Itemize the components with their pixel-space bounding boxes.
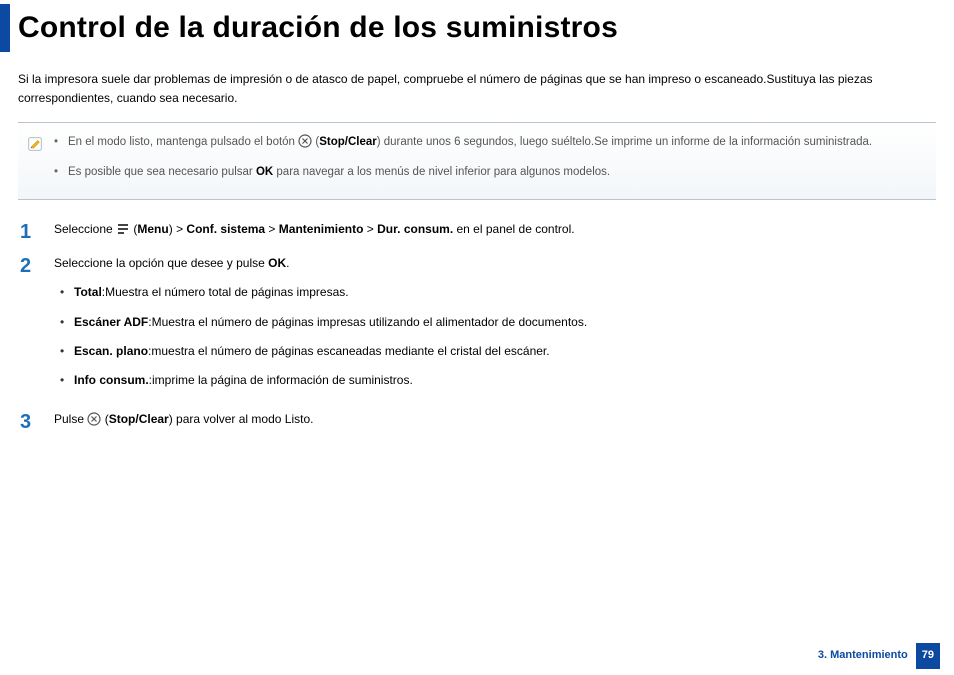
- note-item-2: Es posible que sea necesario pulsar OK p…: [54, 163, 872, 181]
- note2-text-a: Es posible que sea necesario pulsar: [68, 166, 256, 178]
- note1-text-d: ) durante unos 6 segundos, luego suéltel…: [377, 136, 872, 148]
- b2b: :Muestra el número de páginas impresas u…: [148, 315, 587, 329]
- note2-text-c: para navegar a los menús de nivel inferi…: [273, 166, 610, 178]
- s1-e: Conf. sistema: [186, 222, 265, 236]
- footer-chapter: 3. Mantenimiento: [818, 647, 908, 665]
- s1-j: en el panel de control.: [453, 222, 574, 236]
- s2-bullet-total: Total:Muestra el número total de páginas…: [54, 283, 936, 302]
- s1-d: ) >: [169, 222, 187, 236]
- step-2: 2 Seleccione la opción que desee y pulse…: [20, 254, 936, 400]
- step-3: 3 Pulse (Stop/Clear) para volver al modo…: [20, 410, 936, 434]
- b1b: :Muestra el número total de páginas impr…: [102, 285, 349, 299]
- intro-paragraph: Si la impresora suele dar problemas de i…: [18, 70, 936, 108]
- note1-text-c: Stop/Clear: [319, 136, 377, 148]
- page-title: Control de la duración de los suministro…: [12, 4, 618, 52]
- s1-c: Menu: [137, 222, 168, 236]
- b1a: Total: [74, 285, 102, 299]
- b3a: Escan. plano: [74, 344, 148, 358]
- b4a: Info consum.: [74, 373, 149, 387]
- s3-a: Pulse: [54, 412, 87, 426]
- note-item-1: En el modo listo, mantenga pulsado el bo…: [54, 133, 872, 154]
- title-accent-bar: [0, 4, 10, 52]
- s1-i: Dur. consum.: [377, 222, 453, 236]
- b4b: :imprime la página de información de sum…: [149, 373, 413, 387]
- footer-page-number: 79: [916, 643, 940, 669]
- stop-clear-icon: [87, 412, 101, 432]
- note2-text-b: OK: [256, 166, 273, 178]
- s2-c: .: [286, 256, 289, 270]
- step-1: 1 Seleccione (Menu) > Conf. sistema > Ma…: [20, 220, 936, 244]
- step-number-1: 1: [20, 220, 38, 244]
- s2-a: Seleccione la opción que desee y pulse: [54, 256, 268, 270]
- s2-bullet-flatbed: Escan. plano:muestra el número de página…: [54, 342, 936, 361]
- s2-b: OK: [268, 256, 286, 270]
- b2a: Escáner ADF: [74, 315, 148, 329]
- note-box: En el modo listo, mantenga pulsado el bo…: [18, 122, 936, 200]
- page-footer: 3. Mantenimiento 79: [818, 643, 940, 669]
- note-icon: [26, 135, 44, 153]
- s3-d: ) para volver al modo Listo.: [169, 412, 314, 426]
- step-number-2: 2: [20, 254, 38, 400]
- s2-bullet-adf: Escáner ADF:Muestra el número de páginas…: [54, 313, 936, 332]
- stop-clear-icon: [298, 134, 312, 154]
- s2-bullet-info: Info consum.:imprime la página de inform…: [54, 371, 936, 390]
- s1-h: >: [363, 222, 377, 236]
- step-number-3: 3: [20, 410, 38, 434]
- note1-text-a: En el modo listo, mantenga pulsado el bo…: [68, 136, 298, 148]
- s1-a: Seleccione: [54, 222, 116, 236]
- menu-icon: [116, 222, 130, 242]
- s1-g: Mantenimiento: [279, 222, 364, 236]
- s1-f: >: [265, 222, 279, 236]
- b3b: :muestra el número de páginas escaneadas…: [148, 344, 550, 358]
- s3-c: Stop/Clear: [109, 412, 169, 426]
